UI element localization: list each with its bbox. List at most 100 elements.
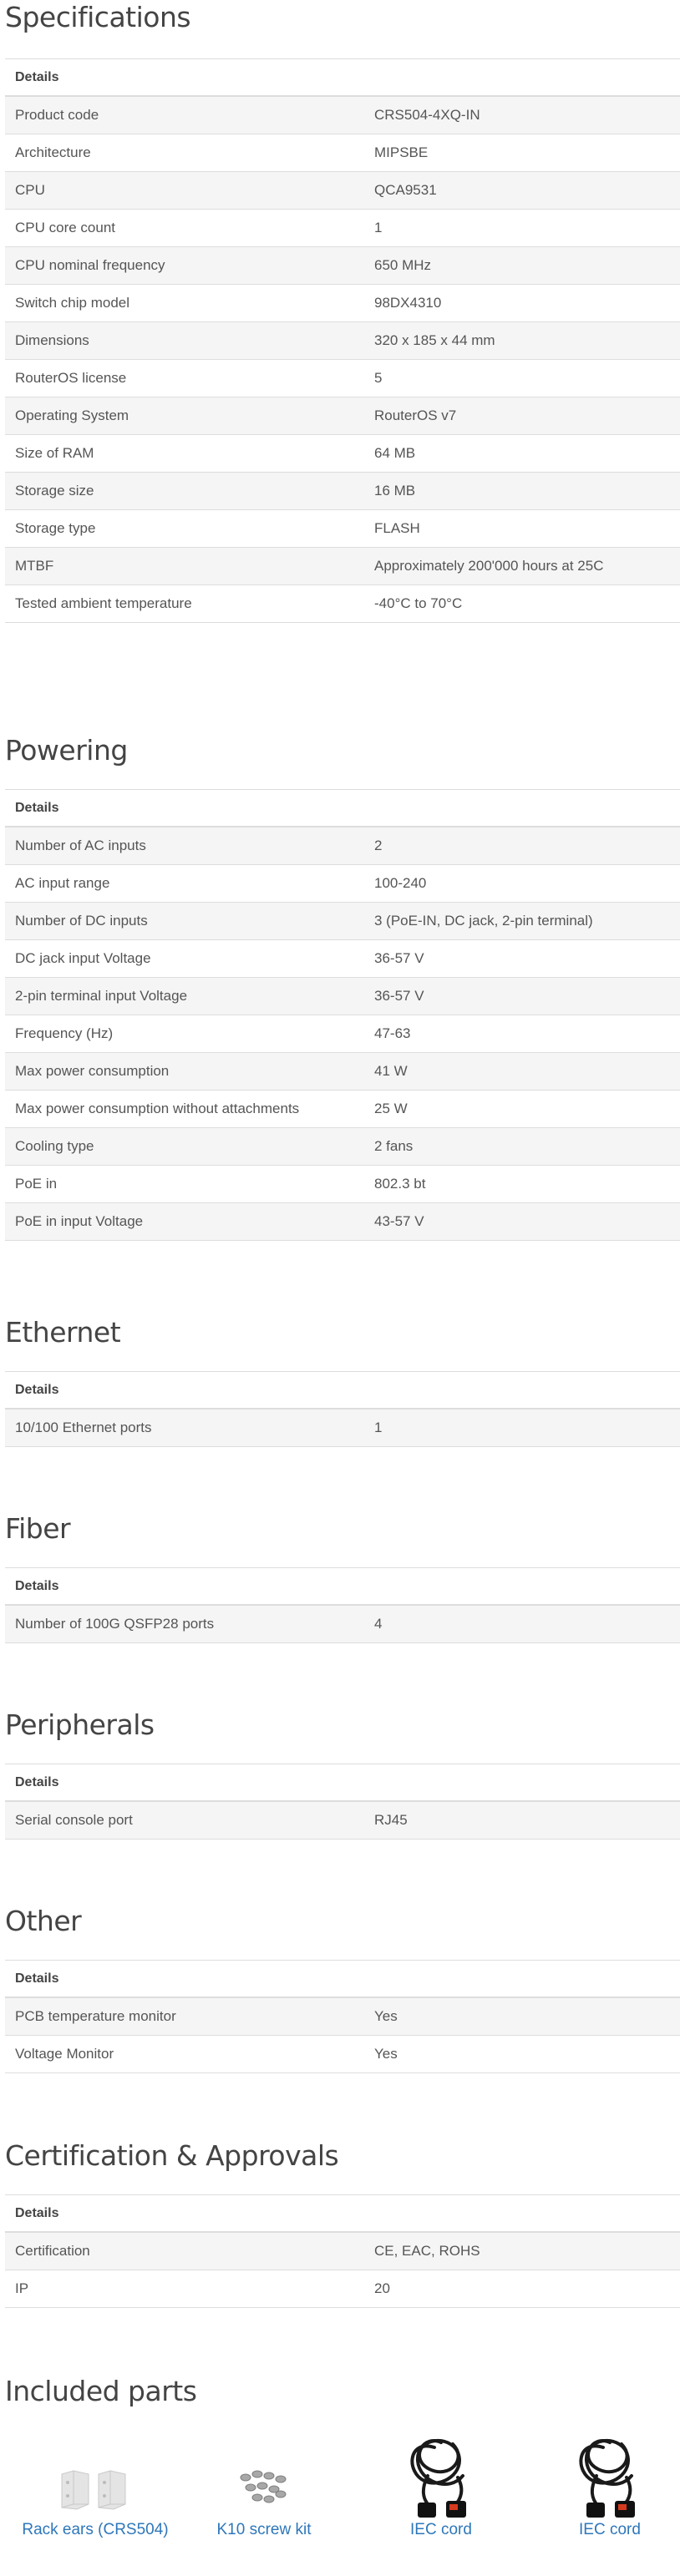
spec-value: 25 W [364,1090,680,1128]
spec-value: MIPSBE [364,134,680,172]
table-row: 10/100 Ethernet ports 1 [5,1409,680,1447]
table-row: CPU core count 1 [5,209,680,247]
table-row: Product code CRS504-4XQ-IN [5,96,680,134]
spec-label: Tested ambient temperature [5,585,364,623]
spec-value: 100-240 [364,864,680,903]
specifications-body: Product code CRS504-4XQ-IN Architecture MIP… [5,96,680,623]
table-row: Serial console port RJ45 [5,1801,680,1840]
spec-label: DC jack input Voltage [5,939,364,978]
ethernet-section: Ethernet Details 10/100 Ethernet ports 1 [0,1313,680,1447]
table-row: Cooling type 2 fans [5,1127,680,1166]
spec-label: Number of AC inputs [5,827,364,865]
table-row: AC input range 100-240 [5,864,680,903]
table-row: Frequency (Hz) 47-63 [5,1015,680,1053]
iec-cord-image [358,2422,525,2521]
table-row: Dimensions 320 x 185 x 44 mm [5,321,680,360]
spec-label: PCB temperature monitor [5,1997,364,2036]
table-row: PoE in input Voltage 43-57 V [5,1202,680,1241]
table-row: Voltage Monitor Yes [5,2035,680,2073]
table-header: Details [5,1567,680,1606]
spec-label: RouterOS license [5,359,364,397]
table-header: Details [5,1764,680,1802]
other-body: PCB temperature monitor Yes Voltage Monito… [5,1997,680,2073]
spec-label: Number of 100G QSFP28 ports [5,1605,364,1643]
fiber-table: Details Number of 100G QSFP28 ports 4 [5,1567,680,1643]
part-label[interactable]: IEC cord [358,2521,525,2539]
spec-label: Operating System [5,397,364,435]
spec-label: 10/100 Ethernet ports [5,1409,364,1447]
table-row: RouterOS license 5 [5,359,680,397]
spec-label: Dimensions [5,321,364,360]
peripherals-table: Details Serial console port RJ45 [5,1764,680,1840]
table-row: Operating System RouterOS v7 [5,397,680,435]
powering-section: Powering Details Number of AC inputs 2 AC … [0,731,680,1241]
specifications-table: Details Product code CRS504-4XQ-IN Archite… [5,58,680,623]
spec-value: 650 MHz [364,246,680,285]
spec-value: RJ45 [364,1801,680,1840]
certification-body: Certification CE, EAC, ROHS IP 20 [5,2232,680,2308]
spec-value: 98DX4310 [364,284,680,322]
part-label[interactable]: Rack ears (CRS504) [12,2521,179,2539]
part-item[interactable]: K10 screw kit [180,2422,348,2539]
spec-label: Switch chip model [5,284,364,322]
spec-value: -40°C to 70°C [364,585,680,623]
spec-label: Certification [5,2232,364,2270]
spec-label: AC input range [5,864,364,903]
spec-label: Architecture [5,134,364,172]
screw-kit-image [180,2422,348,2521]
table-row: Switch chip model 98DX4310 [5,284,680,322]
powering-table: Details Number of AC inputs 2 AC input ran… [5,789,680,1241]
peripherals-section: Peripherals Details Serial console port R… [0,1706,680,1840]
table-row: CPU nominal frequency 650 MHz [5,246,680,285]
spec-label: Frequency (Hz) [5,1015,364,1053]
spec-label: Cooling type [5,1127,364,1166]
spec-value: 43-57 V [364,1202,680,1241]
spec-label: Storage size [5,472,364,510]
table-row: DC jack input Voltage 36-57 V [5,939,680,978]
spec-label: Number of DC inputs [5,902,364,940]
section-title-peripherals: Peripherals [5,1708,155,1741]
spec-value: Yes [364,2035,680,2073]
section-title-other: Other [5,1905,82,1937]
spec-value: 36-57 V [364,939,680,978]
spec-value: 4 [364,1605,680,1643]
other-section: Other Details PCB temperature monitor Yes… [0,1902,680,2073]
spec-label: Voltage Monitor [5,2035,364,2073]
section-title-fiber: Fiber [5,1512,71,1545]
table-row: IP 20 [5,2270,680,2308]
table-row: Max power consumption without attachment… [5,1090,680,1128]
spec-value: 16 MB [364,472,680,510]
spec-value: 36-57 V [364,977,680,1015]
spec-label: PoE in [5,1165,364,1203]
spec-value: 2 [364,827,680,865]
spec-value: 1 [364,1409,680,1447]
table-header: Details [5,1371,680,1409]
part-item[interactable]: Rack ears (CRS504) [12,2422,179,2539]
spec-value: CRS504-4XQ-IN [364,96,680,134]
part-item[interactable]: IEC cord [526,2422,680,2539]
ethernet-table: Details 10/100 Ethernet ports 1 [5,1371,680,1447]
spec-value: 3 (PoE-IN, DC jack, 2-pin terminal) [364,902,680,940]
part-label[interactable]: IEC cord [526,2521,680,2539]
table-row: Storage type FLASH [5,509,680,548]
table-header: Details [5,1960,680,1998]
spec-label: Product code [5,96,364,134]
table-header: Details [5,789,680,827]
certification-section: Certification & Approvals Details Certif… [0,2137,680,2308]
spec-label: CPU nominal frequency [5,246,364,285]
certification-table: Details Certification CE, EAC, ROHS IP 20 [5,2194,680,2308]
spec-label: Storage type [5,509,364,548]
spec-label: Max power consumption [5,1052,364,1091]
part-item[interactable]: IEC cord [358,2422,525,2539]
included-parts-list: Rack ears (CRS504) K10 screw kit IEC cor… [0,2422,680,2548]
spec-label: Size of RAM [5,434,364,473]
included-parts-section: Included parts Rack ears (CRS504) K10 sc… [0,2372,680,2548]
spec-value: QCA9531 [364,171,680,210]
table-row: Number of DC inputs 3 (PoE-IN, DC jack, 2… [5,902,680,940]
part-label[interactable]: K10 screw kit [180,2521,348,2539]
other-table: Details PCB temperature monitor Yes Voltag… [5,1960,680,2073]
table-row: MTBF Approximately 200'000 hours at 25C [5,547,680,585]
section-title-ethernet: Ethernet [5,1316,121,1349]
ethernet-body: 10/100 Ethernet ports 1 [5,1409,680,1447]
section-title-powering: Powering [5,734,128,767]
